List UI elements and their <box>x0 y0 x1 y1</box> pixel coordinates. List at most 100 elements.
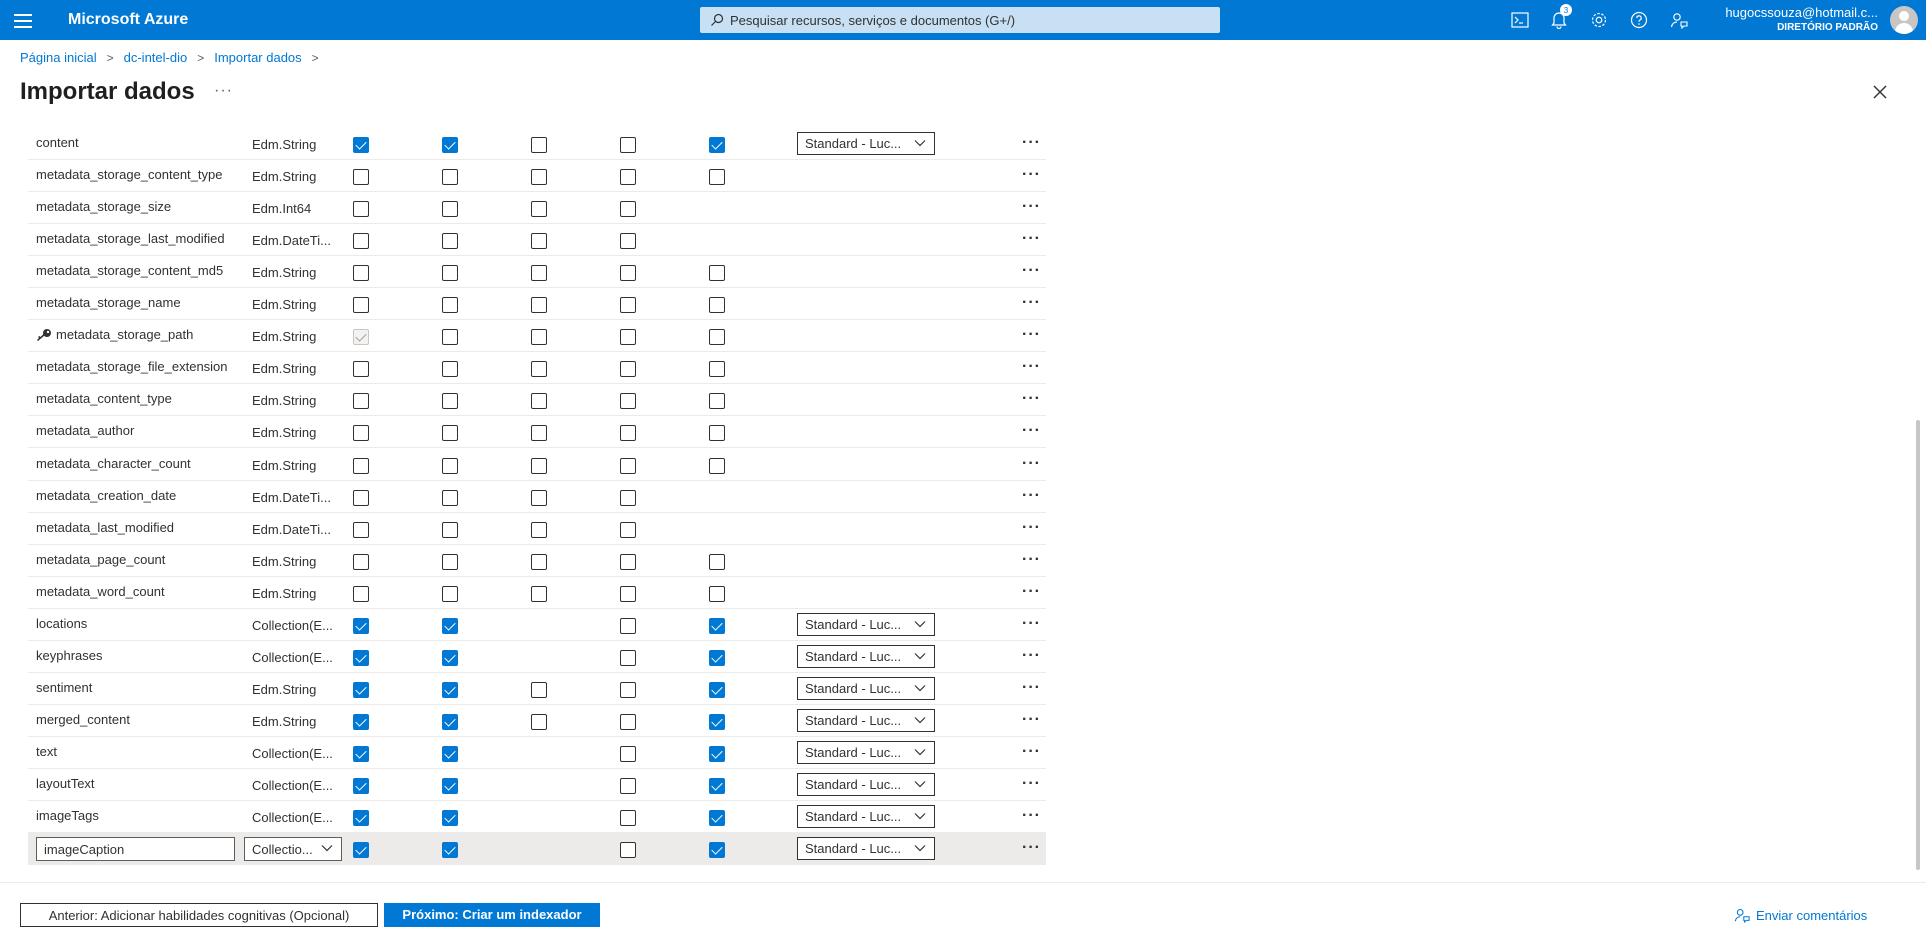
facetable-checkbox[interactable] <box>620 361 636 378</box>
filterable-checkbox[interactable] <box>442 553 458 570</box>
searchable-checkbox[interactable] <box>709 745 725 762</box>
retrievable-checkbox[interactable] <box>353 617 369 634</box>
retrievable-checkbox[interactable] <box>353 810 369 827</box>
sortable-checkbox[interactable] <box>531 489 547 506</box>
field-type-select[interactable]: Collectio... <box>244 837 342 862</box>
facetable-checkbox[interactable] <box>620 649 636 666</box>
filterable-checkbox[interactable] <box>442 233 458 250</box>
sortable-checkbox[interactable] <box>531 297 547 314</box>
retrievable-checkbox[interactable] <box>353 681 369 698</box>
close-icon[interactable] <box>1870 82 1890 102</box>
retrievable-checkbox[interactable] <box>353 745 369 762</box>
analyzer-dropdown[interactable]: Standard - Luc... <box>797 708 935 732</box>
facetable-checkbox[interactable] <box>620 457 636 474</box>
table-row[interactable]: metadata_creation_date Edm.DateTi... ··· <box>28 481 1046 513</box>
notifications-icon[interactable]: 3 <box>1548 4 1572 31</box>
sortable-checkbox[interactable] <box>531 169 547 186</box>
retrievable-checkbox[interactable] <box>353 265 369 282</box>
retrievable-checkbox[interactable] <box>353 553 369 570</box>
sortable-checkbox[interactable] <box>531 329 547 346</box>
sortable-checkbox[interactable] <box>531 137 547 153</box>
table-row[interactable]: metadata_storage_size Edm.Int64 ··· <box>28 192 1046 225</box>
facetable-checkbox[interactable] <box>620 842 636 859</box>
searchable-checkbox[interactable] <box>709 649 725 666</box>
sortable-checkbox[interactable] <box>531 457 547 474</box>
analyzer-dropdown[interactable]: Standard - Luc... <box>797 612 935 636</box>
help-icon[interactable] <box>1628 9 1650 31</box>
filterable-checkbox[interactable] <box>442 169 458 186</box>
facetable-checkbox[interactable] <box>620 425 636 442</box>
searchable-checkbox[interactable] <box>709 553 725 570</box>
table-row[interactable]: content Edm.String Standard - Luc... ··· <box>28 128 1046 160</box>
filterable-checkbox[interactable] <box>442 265 458 282</box>
avatar[interactable] <box>1890 6 1918 34</box>
table-row[interactable]: metadata_page_count Edm.String ··· <box>28 545 1046 577</box>
table-row[interactable]: metadata_storage_content_md5 Edm.String ··… <box>28 256 1046 289</box>
sortable-checkbox[interactable] <box>531 521 547 538</box>
table-row[interactable]: imageTags Collection(E... Standard - Luc..… <box>28 801 1046 834</box>
row-more-options-button[interactable]: ··· <box>1022 647 1041 665</box>
row-more-options-button[interactable]: ··· <box>1022 807 1041 825</box>
searchable-checkbox[interactable] <box>709 617 725 634</box>
retrievable-checkbox[interactable] <box>353 201 369 218</box>
analyzer-dropdown[interactable]: Standard - Luc... <box>797 837 935 861</box>
retrievable-checkbox[interactable] <box>353 778 369 794</box>
filterable-checkbox[interactable] <box>442 745 458 762</box>
settings-gear-icon[interactable] <box>1588 9 1610 31</box>
row-more-options-button[interactable]: ··· <box>1022 230 1041 248</box>
filterable-checkbox[interactable] <box>442 810 458 827</box>
table-row[interactable]: sentiment Edm.String Standard - Luc... ··· <box>28 673 1046 705</box>
sortable-checkbox[interactable] <box>531 393 547 410</box>
row-more-options-button[interactable]: ··· <box>1022 422 1041 440</box>
searchable-checkbox[interactable] <box>709 137 725 153</box>
retrievable-checkbox[interactable] <box>353 137 369 153</box>
searchable-checkbox[interactable] <box>709 457 725 474</box>
filterable-checkbox[interactable] <box>442 649 458 666</box>
retrievable-checkbox[interactable] <box>353 361 369 378</box>
row-more-options-button[interactable]: ··· <box>1022 487 1041 505</box>
feedback-icon[interactable] <box>1668 9 1690 31</box>
facetable-checkbox[interactable] <box>620 489 636 506</box>
row-more-options-button[interactable]: ··· <box>1022 679 1041 697</box>
searchable-checkbox[interactable] <box>709 361 725 378</box>
filterable-checkbox[interactable] <box>442 137 458 153</box>
cloud-shell-icon[interactable] <box>1509 9 1531 31</box>
analyzer-dropdown[interactable]: Standard - Luc... <box>797 676 935 700</box>
row-more-options-button[interactable]: ··· <box>1022 743 1041 761</box>
analyzer-dropdown[interactable]: Standard - Luc... <box>797 773 935 796</box>
table-row[interactable]: metadata_storage_file_extension Edm.Strin… <box>28 352 1046 385</box>
row-more-options-button[interactable]: ··· <box>1022 390 1041 408</box>
row-more-options-button[interactable]: ··· <box>1022 455 1041 473</box>
analyzer-dropdown[interactable]: Standard - Luc... <box>797 132 935 155</box>
scrollbar[interactable] <box>1916 420 1920 870</box>
facetable-checkbox[interactable] <box>620 169 636 186</box>
searchable-checkbox[interactable] <box>709 297 725 314</box>
filterable-checkbox[interactable] <box>442 425 458 442</box>
row-more-options-button[interactable]: ··· <box>1022 134 1041 152</box>
sortable-checkbox[interactable] <box>531 361 547 378</box>
filterable-checkbox[interactable] <box>442 842 458 859</box>
breadcrumb-home[interactable]: Página inicial <box>20 50 97 65</box>
searchable-checkbox[interactable] <box>709 265 725 282</box>
sortable-checkbox[interactable] <box>531 265 547 282</box>
retrievable-checkbox[interactable] <box>353 425 369 442</box>
searchable-checkbox[interactable] <box>709 681 725 698</box>
retrievable-checkbox[interactable] <box>353 393 369 410</box>
sortable-checkbox[interactable] <box>531 681 547 698</box>
brand-title[interactable]: Microsoft Azure <box>68 11 188 29</box>
retrievable-checkbox[interactable] <box>353 521 369 538</box>
table-row[interactable]: layoutText Collection(E... Standard - Luc.… <box>28 769 1046 801</box>
row-more-options-button[interactable]: ··· <box>1022 583 1041 601</box>
retrievable-checkbox[interactable] <box>353 842 369 859</box>
menu-icon[interactable] <box>12 10 34 30</box>
facetable-checkbox[interactable] <box>620 265 636 282</box>
facetable-checkbox[interactable] <box>620 617 636 634</box>
filterable-checkbox[interactable] <box>442 489 458 506</box>
table-row[interactable]: text Collection(E... Standard - Luc... ··· <box>28 737 1046 769</box>
table-row[interactable]: merged_content Edm.String Standard - Luc..… <box>28 705 1046 737</box>
filterable-checkbox[interactable] <box>442 585 458 602</box>
facetable-checkbox[interactable] <box>620 201 636 218</box>
more-options-button[interactable]: ··· <box>214 82 233 100</box>
searchable-checkbox[interactable] <box>709 393 725 410</box>
facetable-checkbox[interactable] <box>620 553 636 570</box>
